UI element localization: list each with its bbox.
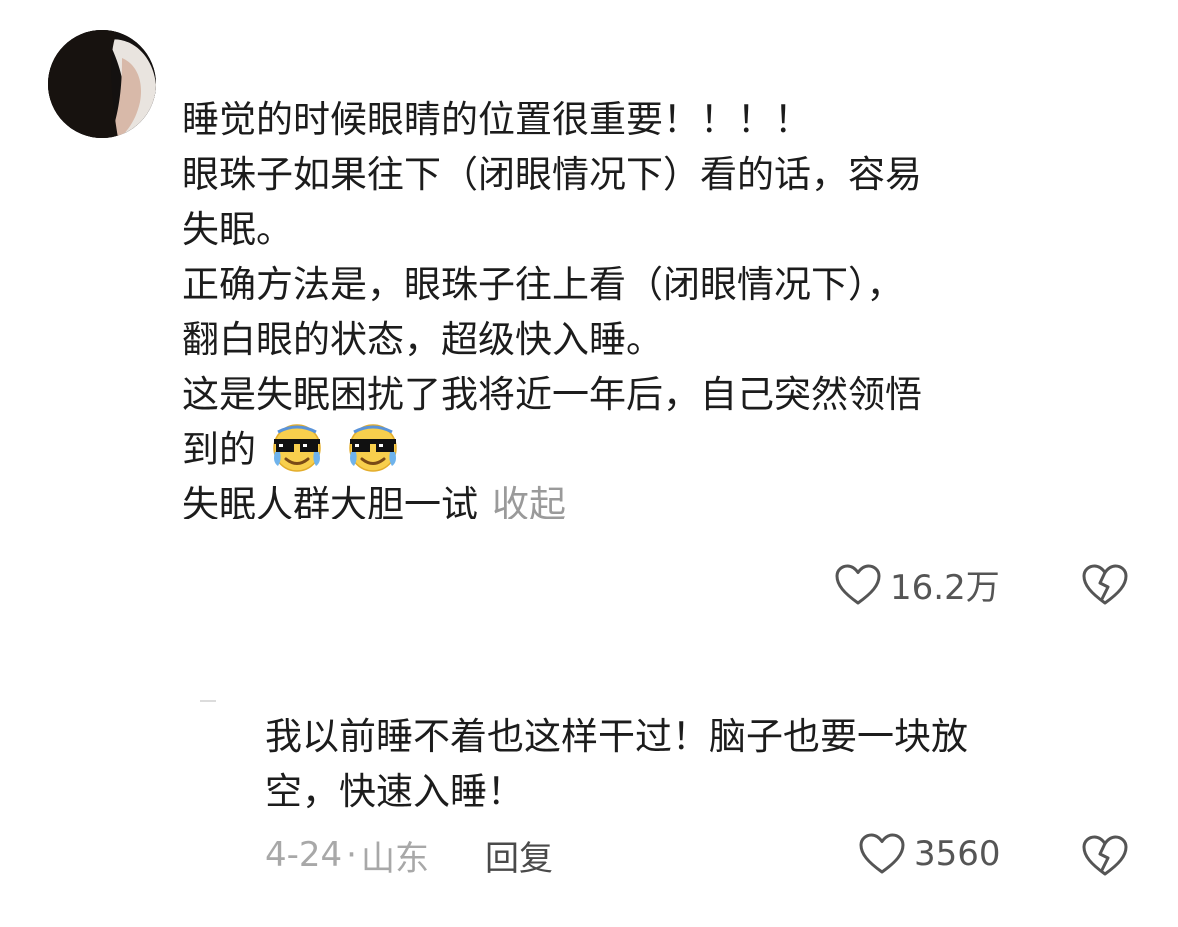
like-button[interactable]: 16.2万 xyxy=(834,560,1000,609)
broken-heart-icon[interactable] xyxy=(1081,834,1129,878)
reply-text-line: 我以前睡不着也这样干过！脑子也要一块放 xyxy=(265,715,968,758)
comment-text-line: 睡觉的时候眼睛的位置很重要！！！！ xyxy=(182,98,811,141)
comment-text-line: 这是失眠困扰了我将近一年后，自己突然领悟 xyxy=(182,373,922,416)
comment-text-line: 眼珠子如果往下（闭眼情况下）看的话，容易 xyxy=(182,153,922,196)
divider xyxy=(200,700,216,702)
crying-sunglasses-emoji-icon xyxy=(344,422,402,472)
reply-body: 我以前睡不着也这样干过！脑子也要一块放 空，快速入睡！ xyxy=(265,709,1145,819)
broken-heart-icon[interactable] xyxy=(1081,563,1129,607)
comment-text-line-with-emoji: 到的 xyxy=(182,422,1112,477)
reply-button[interactable]: 回复 xyxy=(485,831,553,880)
comment-text-line: 正确方法是，眼珠子往上看（闭眼情况下）， xyxy=(182,263,904,306)
avatar[interactable] xyxy=(48,30,156,138)
reply-date: 4-24 xyxy=(265,835,343,875)
comment-body: 睡觉的时候眼睛的位置很重要！！！！ 眼珠子如果往下（闭眼情况下）看的话，容易 失… xyxy=(182,92,1112,519)
heart-outline-icon xyxy=(859,833,905,874)
reply-meta: 4-24 · 山东 回复 xyxy=(265,830,553,880)
comment-text-line: 翻白眼的状态，超级快入睡。 xyxy=(182,318,663,361)
reply-actions: 3560 xyxy=(858,832,1001,876)
like-button[interactable]: 3560 xyxy=(858,832,1001,876)
comment-truncated-line: 失眠人群大胆一试 收起 xyxy=(182,477,1112,519)
reply-location: 山东 xyxy=(360,838,429,879)
heart-outline-icon xyxy=(835,564,881,604)
collapse-button[interactable]: 收起 xyxy=(492,483,566,519)
reply-text-line: 空，快速入睡！ xyxy=(265,770,524,813)
comment-text-line: 失眠。 xyxy=(182,208,293,251)
comment-text-fragment: 失眠人群大胆一试 xyxy=(182,483,478,519)
meta-separator: · xyxy=(346,835,357,875)
comment-actions: 16.2万 xyxy=(834,560,1000,609)
comment-text-fragment: 到的 xyxy=(182,428,256,471)
crying-sunglasses-emoji-icon xyxy=(268,422,326,472)
like-count: 3560 xyxy=(914,834,1001,874)
like-count: 16.2万 xyxy=(890,568,1000,608)
